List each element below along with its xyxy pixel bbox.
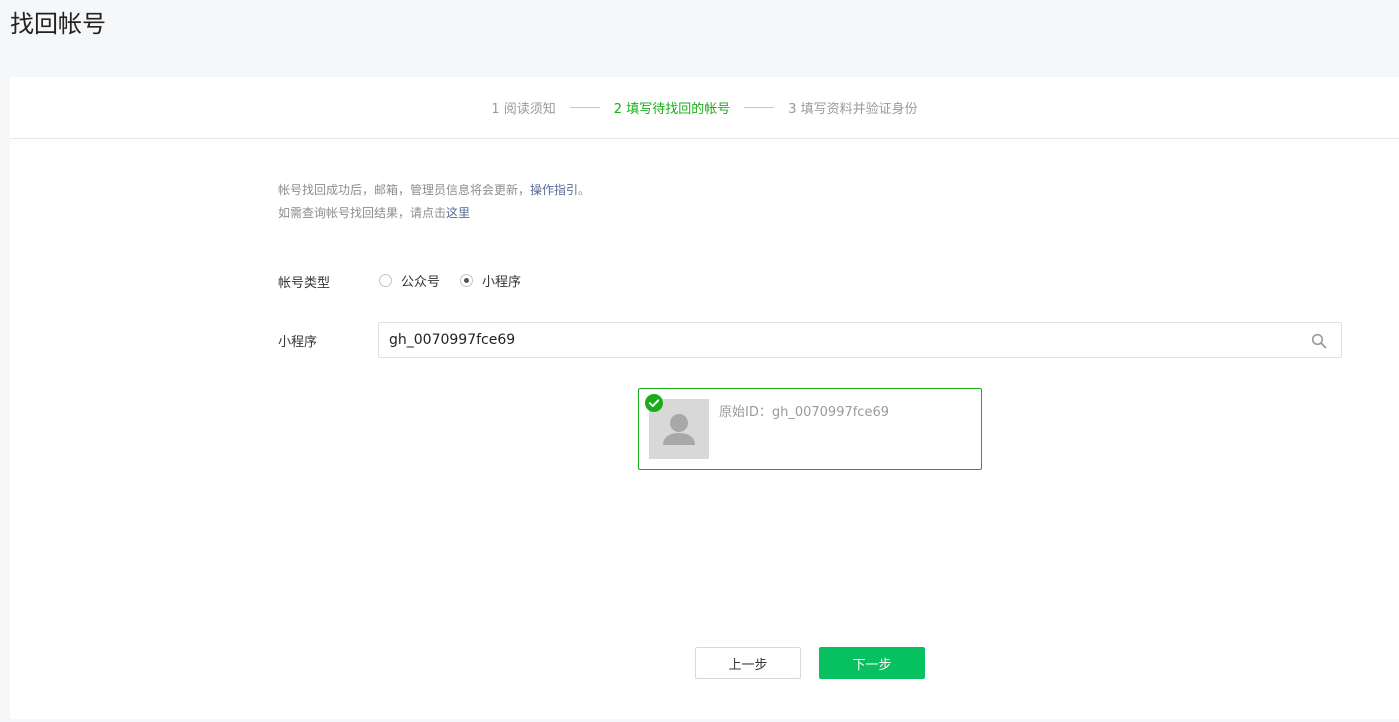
mini-program-search-input[interactable]	[379, 323, 1279, 357]
mini-program-label: 小程序	[278, 335, 318, 350]
radio-official-account[interactable]: 公众号	[379, 271, 440, 290]
step-1: 1 阅读须知	[491, 102, 556, 117]
account-type-radio-group: 公众号 小程序	[379, 271, 541, 290]
notice-line-1-end: 。	[578, 183, 591, 197]
check-circle-icon	[645, 394, 663, 412]
radio-mini-program[interactable]: 小程序	[460, 271, 521, 290]
notice-line-2-text: 如需查询帐号找回结果，请点击	[278, 206, 447, 220]
radio-official-account-circle[interactable]	[379, 274, 392, 287]
search-icon[interactable]	[1311, 333, 1327, 349]
radio-official-account-label: 公众号	[401, 275, 441, 290]
step-2: 2 填写待找回的帐号	[613, 102, 731, 117]
step-indicator: 1 阅读须知 2 填写待找回的帐号 3 填写资料并验证身份	[10, 77, 1399, 139]
step-divider	[569, 107, 600, 108]
guide-link[interactable]: 操作指引	[530, 183, 578, 197]
mini-program-search-box	[378, 322, 1342, 358]
account-type-label: 帐号类型	[278, 276, 331, 291]
next-step-button[interactable]: 下一步	[819, 647, 925, 679]
notice-line-1-text: 帐号找回成功后，邮箱，管理员信息将会更新，	[278, 183, 531, 197]
page-title: 找回帐号	[10, 10, 106, 38]
notice-line-1: 帐号找回成功后，邮箱，管理员信息将会更新，操作指引。	[278, 179, 590, 202]
search-result-card[interactable]: 原始ID：gh_0070997fce69	[638, 388, 982, 470]
main-panel: 1 阅读须知 2 填写待找回的帐号 3 填写资料并验证身份 帐号找回成功后，邮箱…	[10, 77, 1399, 719]
query-result-link[interactable]: 这里	[446, 206, 470, 220]
step-divider	[744, 107, 775, 108]
radio-mini-program-label: 小程序	[482, 275, 522, 290]
original-id-text: 原始ID：gh_0070997fce69	[719, 405, 889, 420]
notice-text: 帐号找回成功后，邮箱，管理员信息将会更新，操作指引。 如需查询帐号找回结果，请点…	[278, 179, 590, 225]
radio-mini-program-circle[interactable]	[460, 274, 474, 287]
prev-step-button[interactable]: 上一步	[695, 647, 801, 679]
step-3: 3 填写资料并验证身份	[788, 102, 918, 117]
notice-line-2: 如需查询帐号找回结果，请点击这里	[278, 202, 590, 225]
